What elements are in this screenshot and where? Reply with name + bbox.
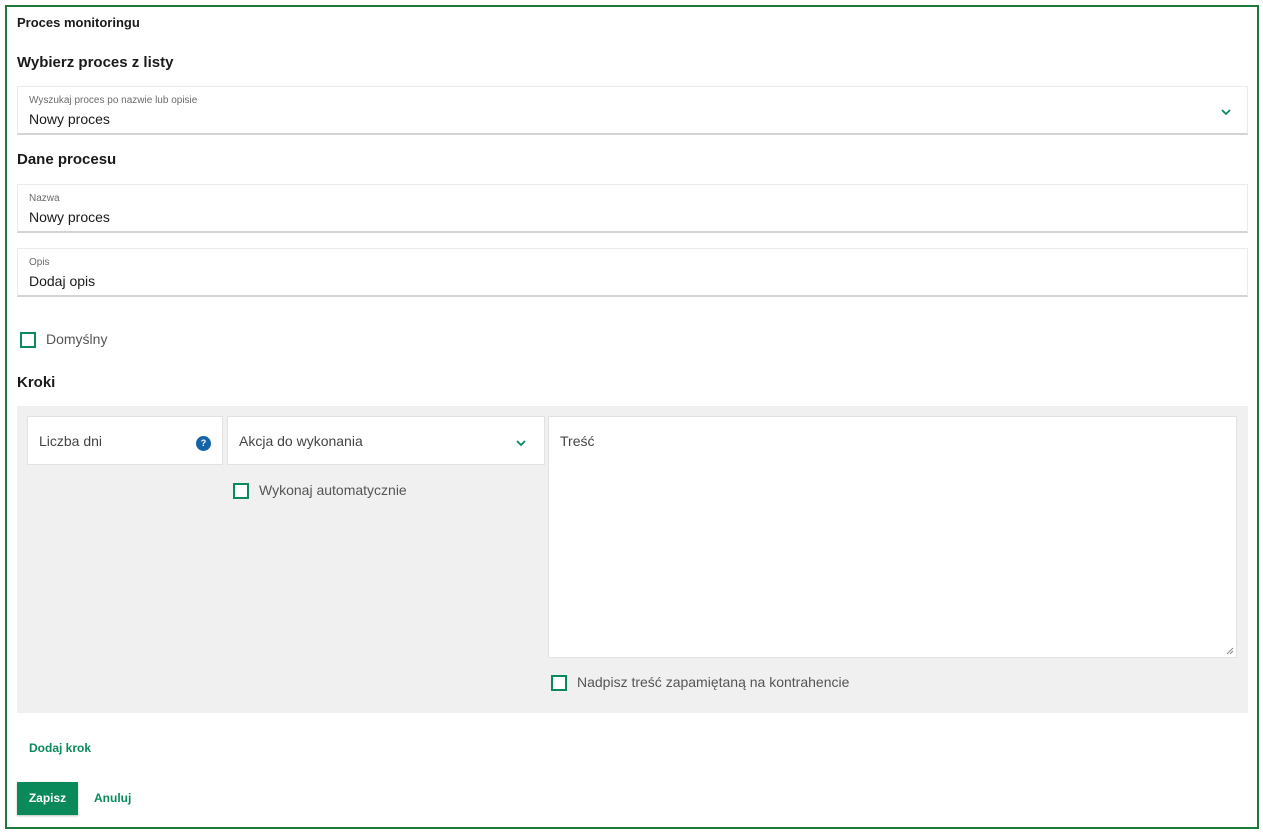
select-process-heading: Wybierz proces z listy: [17, 54, 174, 71]
default-checkbox[interactable]: [20, 332, 36, 348]
steps-panel: Liczba dni ? Akcja do wykonania Wykonaj …: [17, 406, 1248, 713]
name-field[interactable]: Nazwa Nowy proces: [17, 184, 1248, 233]
save-button[interactable]: Zapisz: [17, 782, 78, 815]
days-input-label: Liczba dni: [39, 433, 103, 449]
description-field-label: Opis: [29, 257, 50, 268]
steps-heading: Kroki: [17, 374, 56, 391]
action-select[interactable]: Akcja do wykonania: [227, 416, 545, 465]
name-field-label: Nazwa: [29, 193, 60, 204]
process-select-label: Wyszukaj proces po nazwie lub opisie: [29, 95, 198, 106]
default-checkbox-label: Domyślny: [46, 331, 108, 347]
page-title: Proces monitoringu: [17, 15, 140, 30]
chevron-down-icon: [1221, 109, 1231, 116]
description-field[interactable]: Opis Dodaj opis: [17, 248, 1248, 297]
process-data-heading: Dane procesu: [17, 151, 117, 168]
chevron-down-icon: [516, 440, 526, 447]
overwrite-content-checkbox[interactable]: [551, 675, 567, 691]
action-select-label: Akcja do wykonania: [239, 433, 363, 449]
days-input[interactable]: Liczba dni ?: [27, 416, 223, 465]
process-select[interactable]: Wyszukaj proces po nazwie lub opisie Now…: [17, 86, 1248, 135]
resize-handle-icon[interactable]: [1226, 647, 1234, 655]
process-select-value: Nowy proces: [29, 111, 110, 127]
content-textarea-label: Treść: [560, 433, 595, 449]
help-icon[interactable]: ?: [196, 436, 211, 451]
cancel-link[interactable]: Anuluj: [94, 791, 131, 805]
add-step-link[interactable]: Dodaj krok: [29, 741, 91, 755]
description-field-value: Dodaj opis: [29, 273, 96, 289]
name-field-value: Nowy proces: [29, 209, 110, 225]
auto-execute-checkbox[interactable]: [233, 483, 249, 499]
content-textarea[interactable]: Treść: [548, 416, 1237, 658]
overwrite-content-label: Nadpisz treść zapamiętaną na kontrahenci…: [577, 674, 850, 690]
process-monitoring-form: Proces monitoringu Wybierz proces z list…: [5, 5, 1259, 829]
auto-execute-label: Wykonaj automatycznie: [259, 482, 407, 498]
